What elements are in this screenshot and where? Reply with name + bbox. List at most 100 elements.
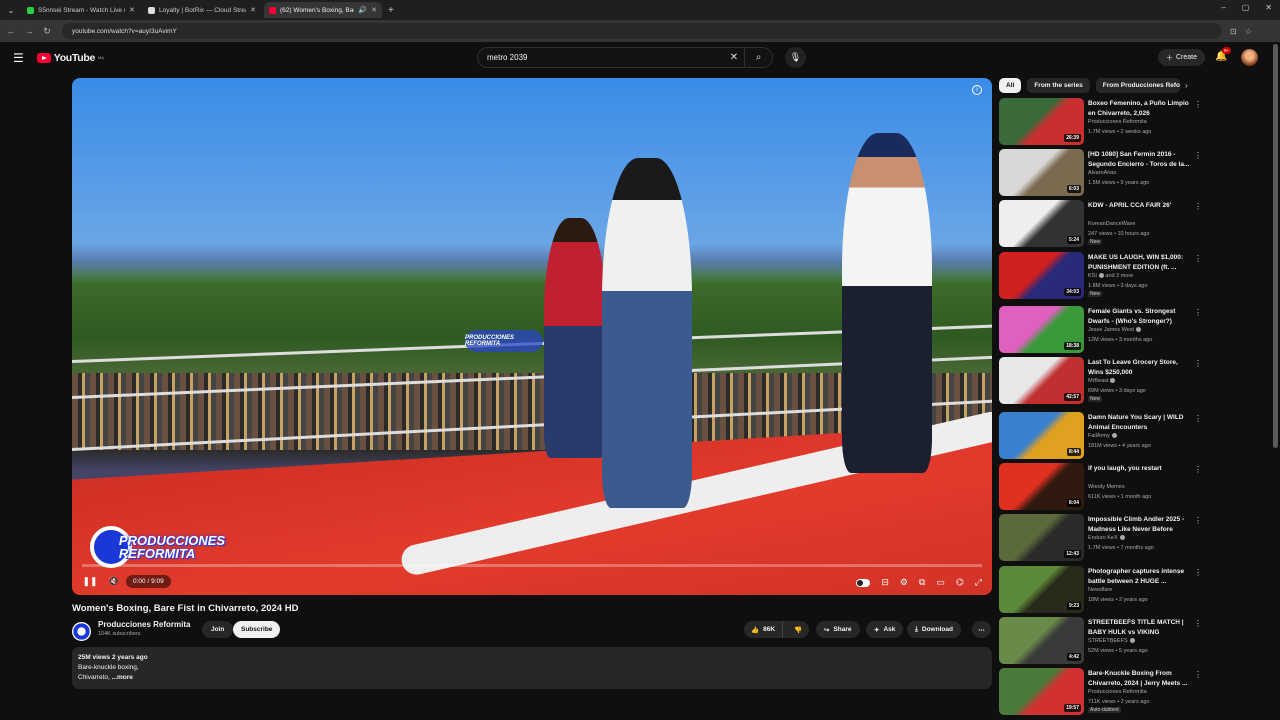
- channel-avatar[interactable]: [72, 622, 91, 641]
- reload-icon[interactable]: ↻: [40, 26, 54, 37]
- like-button[interactable]: 👍 86K: [744, 621, 784, 638]
- miniplayer-icon[interactable]: ⧉: [919, 577, 925, 588]
- more-link[interactable]: ...more: [110, 674, 133, 681]
- recommended-video[interactable]: 12:43 Impossible Climb Andler 2025 - Madn…: [999, 514, 1269, 561]
- recommended-video[interactable]: 8:04 if you laugh, you restart Woody Memes…: [999, 463, 1269, 510]
- recommended-title[interactable]: STREETBEEFS TITLE MATCH | BABY HULK vs V…: [1088, 618, 1191, 637]
- back-icon[interactable]: ←: [4, 26, 18, 36]
- recommended-video[interactable]: 34:03 MAKE US LAUGH, WIN $1,000: PUNISHME…: [999, 252, 1269, 299]
- channel-name[interactable]: Producciones Reformita: [98, 620, 190, 629]
- recommended-video[interactable]: 8:44 Damn Nature You Scary | WILD Animal …: [999, 412, 1269, 459]
- video-thumbnail[interactable]: 26:39: [999, 98, 1084, 145]
- recommended-channel[interactable]: KoreanDanceWave: [1088, 221, 1136, 227]
- browser-tab-active[interactable]: (62) Women's Boxing, Bare 🔊 ✕: [264, 2, 382, 18]
- join-button[interactable]: Join: [202, 621, 234, 638]
- video-thumbnail[interactable]: 19:57: [999, 668, 1084, 715]
- install-icon[interactable]: ⊡: [1230, 27, 1237, 36]
- video-thumbnail[interactable]: 12:43: [999, 514, 1084, 561]
- info-icon[interactable]: i: [972, 85, 982, 95]
- menu-icon[interactable]: ☰: [13, 51, 24, 65]
- recommended-title[interactable]: [HD 1080] San Fermin 2016 - Segundo Enci…: [1088, 150, 1191, 169]
- recommended-video[interactable]: 18:38 Female Giants vs. Strongest Dwarfs …: [999, 306, 1269, 353]
- more-options-icon[interactable]: ⋮: [1194, 619, 1202, 628]
- recommended-title[interactable]: Boxeo Femenino, a Puño Limpio en Chivarr…: [1088, 99, 1191, 118]
- recommended-channel[interactable]: FailArmy: [1088, 433, 1117, 439]
- cast-icon[interactable]: ⌬: [956, 577, 964, 588]
- recommended-title[interactable]: MAKE US LAUGH, WIN $1,000: PUNISHMENT ED…: [1088, 253, 1191, 272]
- recommended-title[interactable]: Impossible Climb Andler 2025 - Madness L…: [1088, 515, 1191, 534]
- youtube-logo[interactable]: YouTube MA: [36, 52, 104, 64]
- url-field[interactable]: youtube.com/watch?v=auyI3uAvimY: [62, 23, 1222, 39]
- close-window-icon[interactable]: ✕: [1265, 3, 1272, 12]
- video-thumbnail[interactable]: 8:44: [999, 412, 1084, 459]
- more-options-icon[interactable]: ⋮: [1194, 465, 1202, 474]
- ask-button[interactable]: ✦ Ask: [866, 621, 904, 638]
- minimize-icon[interactable]: –: [1221, 3, 1225, 12]
- recommended-video[interactable]: 42:57 Last To Leave Grocery Store, Wins $…: [999, 357, 1269, 404]
- chip-all[interactable]: All: [999, 78, 1022, 93]
- dislike-button[interactable]: 👎: [787, 621, 809, 638]
- recommended-channel[interactable]: Jesse James West: [1088, 327, 1142, 333]
- create-button[interactable]: ＋ Create: [1158, 49, 1206, 66]
- recommended-title[interactable]: Photographer captures intense battle bet…: [1088, 567, 1191, 586]
- browser-tab[interactable]: S5nnsei Stream - Watch Live or ✕: [22, 2, 140, 18]
- video-thumbnail[interactable]: 6:03: [999, 149, 1084, 196]
- recommended-channel[interactable]: Enduro KeX: [1088, 535, 1125, 541]
- new-tab-icon[interactable]: +: [388, 5, 394, 16]
- more-options-icon[interactable]: ⋮: [1194, 254, 1202, 263]
- more-options-icon[interactable]: ⋮: [1194, 151, 1202, 160]
- recommended-channel[interactable]: KSI and 2 more: [1088, 273, 1133, 279]
- browser-tab[interactable]: Loyalty | BotRix — Cloud Stream ✕: [143, 2, 261, 18]
- video-player[interactable]: PRODUCCIONES REFORMITA PRODUCCIONES REFO…: [72, 78, 992, 595]
- download-button[interactable]: ⤓ Download: [907, 621, 961, 638]
- mic-icon[interactable]: 🎙: [785, 47, 806, 68]
- tab-close-icon[interactable]: ✕: [129, 6, 135, 14]
- recommended-video[interactable]: 26:39 Boxeo Femenino, a Puño Limpio en Ch…: [999, 98, 1269, 145]
- recommended-title[interactable]: Bare-Knuckle Boxing From Chivarreto, 202…: [1088, 669, 1191, 688]
- pause-icon[interactable]: ❚❚: [82, 576, 97, 587]
- recommended-channel[interactable]: Woody Memes: [1088, 484, 1125, 490]
- maximize-icon[interactable]: ▢: [1242, 3, 1250, 12]
- recommended-video[interactable]: 9:23 Photographer captures intense battle…: [999, 566, 1269, 613]
- recommended-title[interactable]: Female Giants vs. Strongest Dwarfs - (Wh…: [1088, 307, 1191, 326]
- search-icon[interactable]: ⌕: [744, 47, 772, 68]
- theater-mode-icon[interactable]: ▭: [936, 577, 945, 588]
- video-thumbnail[interactable]: 8:04: [999, 463, 1084, 510]
- description-box[interactable]: 25M views 2 years ago Bare-knuckle boxin…: [72, 647, 992, 689]
- video-thumbnail[interactable]: 34:03: [999, 252, 1084, 299]
- recommended-title[interactable]: Damn Nature You Scary | WILD Animal Enco…: [1088, 413, 1191, 432]
- recommended-video[interactable]: 4:42 STREETBEEFS TITLE MATCH | BABY HULK …: [999, 617, 1269, 664]
- recommended-channel[interactable]: Newsflare: [1088, 587, 1112, 593]
- more-options-icon[interactable]: ⋮: [1194, 359, 1202, 368]
- fullscreen-icon[interactable]: ⤢: [975, 577, 982, 588]
- tab-close-icon[interactable]: ✕: [250, 6, 256, 14]
- more-options-icon[interactable]: ⋮: [1194, 670, 1202, 679]
- video-thumbnail[interactable]: 5:24: [999, 200, 1084, 247]
- autoplay-toggle[interactable]: [856, 578, 871, 587]
- more-actions-icon[interactable]: ⋯: [972, 621, 991, 638]
- subtitles-icon[interactable]: ⊟: [881, 577, 889, 588]
- recommended-channel[interactable]: STREETBEEFS: [1088, 638, 1135, 644]
- chip-from-series[interactable]: From the series: [1027, 78, 1090, 93]
- more-options-icon[interactable]: ⋮: [1194, 568, 1202, 577]
- forward-icon[interactable]: →: [22, 26, 36, 36]
- chip-from-channel[interactable]: From Producciones Reformita: [1095, 78, 1180, 93]
- recommended-channel[interactable]: Producciones Reformita: [1088, 689, 1147, 695]
- page-scrollbar[interactable]: [1273, 44, 1278, 448]
- video-thumbnail[interactable]: 42:57: [999, 357, 1084, 404]
- recommended-title[interactable]: KDW - APRIL CCA FAIR 26': [1088, 201, 1191, 211]
- video-thumbnail[interactable]: 9:23: [999, 566, 1084, 613]
- tab-close-icon[interactable]: ✕: [371, 6, 377, 14]
- settings-gear-icon[interactable]: ⚙: [900, 577, 908, 588]
- search-input[interactable]: [478, 53, 724, 62]
- recommended-video[interactable]: 5:24 KDW - APRIL CCA FAIR 26' KoreanDanceW…: [999, 200, 1269, 247]
- tab-search-icon[interactable]: ⌄: [3, 2, 19, 18]
- subscribe-button[interactable]: Subscribe: [233, 621, 281, 638]
- recommended-video[interactable]: 6:03 [HD 1080] San Fermin 2016 - Segundo …: [999, 149, 1269, 196]
- more-options-icon[interactable]: ⋮: [1194, 516, 1202, 525]
- tab-audio-icon[interactable]: 🔊: [358, 6, 367, 14]
- recommended-title[interactable]: Last To Leave Grocery Store, Wins $250,0…: [1088, 358, 1191, 377]
- volume-muted-icon[interactable]: 🔇: [108, 576, 120, 587]
- recommended-channel[interactable]: Producciones Reformita: [1088, 119, 1147, 125]
- account-avatar[interactable]: [1241, 49, 1258, 66]
